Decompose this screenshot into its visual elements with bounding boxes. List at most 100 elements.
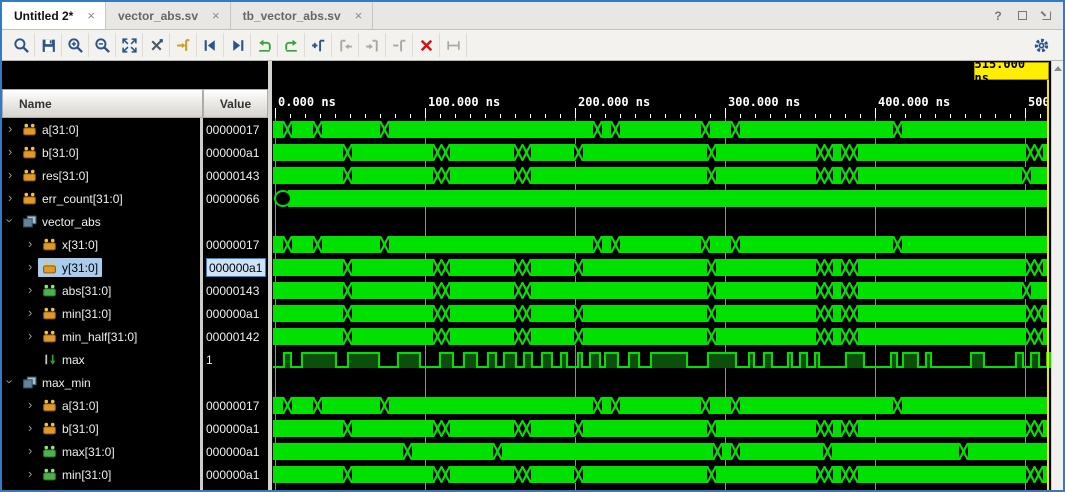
expand-icon[interactable]: › [28,421,32,434]
save-button[interactable] [35,33,62,57]
next-marker-button[interactable] [359,33,386,57]
wave-row-max-min[interactable] [272,371,1051,394]
tab-close-icon[interactable]: × [87,8,95,23]
signal-row-x-31-0[interactable]: ›x[31:0]00000017 [2,233,268,256]
tab-untitled-2[interactable]: Untitled 2*× [2,2,106,29]
expand-icon[interactable]: › [28,329,32,342]
transition-mark [343,420,352,437]
time-cursor-line[interactable] [1047,80,1049,490]
delete-all-markers-button[interactable] [413,33,440,57]
zoom-in-button[interactable] [62,33,89,57]
wave-row-min-half-31-0[interactable] [272,325,1051,348]
wave-row-a-31-0[interactable] [272,394,1051,417]
wave-row-min-31-0[interactable] [272,302,1051,325]
signal-row-max-min[interactable]: ›max_min [2,371,268,394]
bus-wave-bar [273,305,1049,322]
expand-icon[interactable]: › [28,260,32,273]
transition-mark [441,282,450,299]
wave-row-err-count-31-0[interactable] [272,187,1051,210]
transition-mark [574,259,583,276]
expand-icon[interactable]: › [28,237,32,250]
scroll-up-icon[interactable] [1052,61,1063,75]
signal-row-max[interactable]: max1 [2,348,268,371]
expand-icon[interactable]: › [28,398,32,411]
next-transition-button[interactable] [224,33,251,57]
go-to-cursor-button[interactable] [170,33,197,57]
expand-icon[interactable]: › [8,168,12,181]
signal-row-b-31-0[interactable]: ›b[31:0]000000a1 [2,417,268,440]
signal-row-max-31-0[interactable]: ›max[31:0]000000a1 [2,440,268,463]
wave-row-max[interactable] [272,348,1051,371]
wave-row-min-31-0[interactable] [272,463,1051,486]
value-column-header[interactable]: Value [203,89,268,118]
transition-mark [522,420,531,437]
wave-row-b-31-0[interactable] [272,417,1051,440]
wave-row-max-31-0[interactable] [272,440,1051,463]
signal-row-min-31-0[interactable]: ›min[31:0]000000a1 [2,302,268,325]
expand-icon[interactable]: › [8,145,12,158]
no-snapping-button[interactable] [143,33,170,57]
transition-mark [707,259,716,276]
signal-row-a-31-0[interactable]: ›a[31:0]00000017 [2,394,268,417]
tab-close-icon[interactable]: × [212,8,220,23]
remove-marker-button[interactable] [386,33,413,57]
wave-row-x-31-0[interactable] [272,233,1051,256]
expand-icon[interactable]: › [28,467,32,480]
transition-mark [380,121,389,138]
signal-value[interactable]: 000000a1 [206,258,266,277]
wave-row-abs-31-0[interactable] [272,279,1051,302]
signal-row-y-31-0[interactable]: ›y[31:0]000000a1 [2,256,268,279]
expand-icon[interactable]: › [8,191,12,204]
cursor-time-badge[interactable]: 515.000 ns [974,62,1049,80]
name-column-header[interactable]: Name [2,89,203,118]
wave-row-vector-abs[interactable] [272,210,1051,233]
tab-vector-abs-sv[interactable]: vector_abs.sv× [106,2,231,29]
signal-row-b-31-0[interactable]: ›b[31:0]000000a1 [2,141,268,164]
time-ruler[interactable]: 0.000 ns100.000 ns200.000 ns300.000 ns40… [272,89,1051,118]
tab-tb-vector-abs-sv[interactable]: tb_vector_abs.sv× [231,2,374,29]
major-tick [575,108,576,118]
zoom-out-button[interactable] [89,33,116,57]
wave-row-res-31-0[interactable] [272,164,1051,187]
wave-rows[interactable] [272,118,1051,490]
relaunch-simulation-button[interactable] [251,33,278,57]
transition-mark [441,420,450,437]
wave-row-y-31-0[interactable] [272,256,1051,279]
search-button[interactable] [8,33,35,57]
signal-row-min-half-31-0[interactable]: ›min_half[31:0]00000142 [2,325,268,348]
signal-row-a-31-0[interactable]: ›a[31:0]00000017 [2,118,268,141]
signal-row-abs-31-0[interactable]: ›abs[31:0]00000143 [2,279,268,302]
previous-transition-button[interactable] [197,33,224,57]
step-over-button[interactable] [278,33,305,57]
add-marker-button[interactable] [305,33,332,57]
zoom-fit-button[interactable] [116,33,143,57]
bit-pulse [707,352,737,368]
signal-row-min-31-0[interactable]: ›min[31:0]000000a1 [2,463,268,486]
swap-cursors-button[interactable] [440,33,467,57]
wave-row-a-31-0[interactable] [272,118,1051,141]
float-icon[interactable] [1039,9,1053,23]
transition-mark [849,328,858,345]
tab-close-icon[interactable]: × [355,8,363,23]
expand-icon[interactable]: › [28,444,32,457]
bit-pulse [1030,352,1041,368]
signal-row-vector-abs[interactable]: ›vector_abs [2,210,268,233]
help-icon[interactable]: ? [991,9,1005,23]
collapse-icon[interactable]: › [4,218,17,222]
collapse-icon[interactable]: › [4,379,17,383]
signal-row-err-count-31-0[interactable]: ›err_count[31:0]00000066 [2,187,268,210]
maximize-icon[interactable] [1015,9,1029,23]
signal-row-res-31-0[interactable]: ›res[31:0]00000143 [2,164,268,187]
signal-entry: a[31:0] [38,396,103,415]
vertical-scrollbar[interactable] [1051,61,1063,490]
waveform-panel[interactable]: 515.000 ns 0.000 ns100.000 ns200.000 ns3… [272,61,1051,490]
expand-icon[interactable]: › [28,283,32,296]
expand-icon[interactable]: › [8,122,12,135]
bit-pulse [1015,352,1024,368]
signal-name-label: max[31:0] [62,445,115,459]
settings-button[interactable] [1028,33,1055,57]
expand-icon[interactable]: › [28,306,32,319]
bit-pulse [763,352,774,368]
previous-marker-button[interactable] [332,33,359,57]
wave-row-b-31-0[interactable] [272,141,1051,164]
